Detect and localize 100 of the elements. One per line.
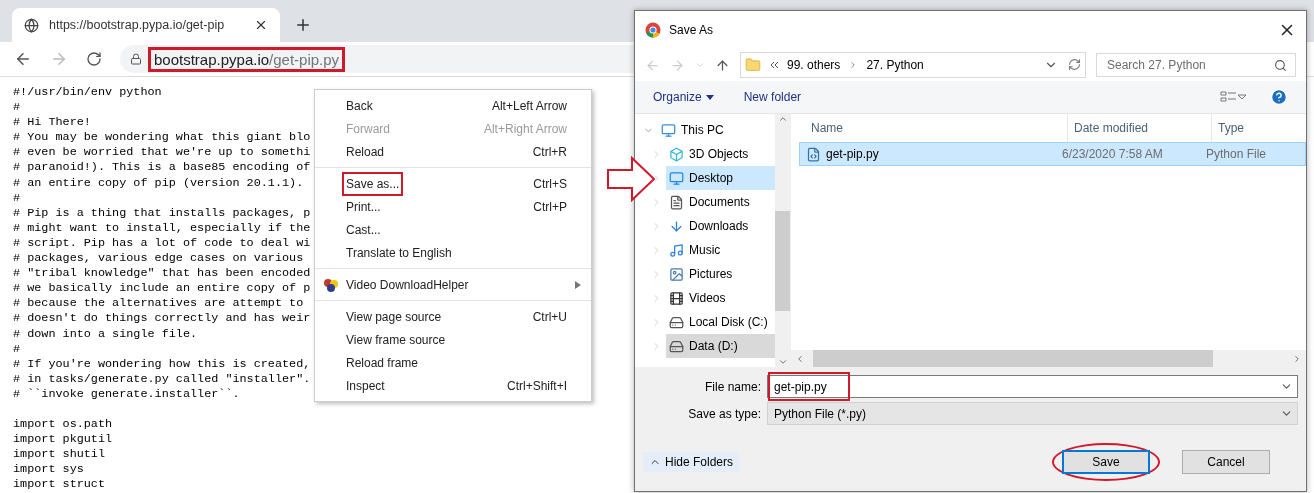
reload-icon[interactable] — [86, 51, 102, 67]
file-name: get-pip.py — [826, 147, 879, 161]
code-line: # script. Pip has a lot of code to deal wi — [13, 235, 311, 252]
refresh-icon[interactable] — [1068, 58, 1081, 71]
up-icon[interactable] — [715, 57, 730, 73]
code-line: # doesn't do things correctly and has weir — [13, 311, 311, 327]
code-line: # down into a single file. — [13, 326, 198, 342]
field-label: Save as type: — [687, 406, 761, 421]
python-file-icon — [806, 146, 821, 162]
code-line: # packages, various edge cases on various — [13, 251, 304, 267]
code-line: # — [13, 190, 21, 206]
scroll-up-icon[interactable] — [777, 114, 788, 124]
file-row[interactable]: get-pip.py 6/23/2020 7:58 AM Python File — [799, 142, 1306, 166]
folder-tree-item[interactable]: Pictures — [666, 262, 775, 286]
close-icon[interactable] — [254, 18, 268, 32]
code-line: # an entire copy of pip (version 20.1.1). — [13, 175, 304, 191]
music-icon — [669, 242, 684, 258]
folder-tree-item[interactable]: Videos — [666, 286, 775, 310]
colored-balls-icon — [323, 277, 339, 292]
code-line: # Pip is a thing that installs packages, p — [13, 205, 311, 221]
code-line: # If you're wondering how this is created, — [13, 356, 311, 372]
code-line: import struct — [13, 477, 106, 493]
monitor-icon — [661, 122, 676, 138]
document-icon — [669, 194, 684, 210]
file-type-select[interactable]: Python File (*.py) — [767, 402, 1298, 425]
browser-logo-icon — [645, 22, 661, 38]
scrollbar[interactable] — [791, 350, 1306, 367]
field-label: File name: — [703, 379, 761, 394]
code-line: # "tribal knowledge" that has been encoded — [13, 266, 311, 282]
path-segment[interactable]: 99. others — [787, 58, 841, 72]
dialog-button[interactable]: Save — [1062, 450, 1150, 474]
file-date: 6/23/2020 7:58 AM — [1061, 147, 1164, 161]
folder-tree-item[interactable]: Data (D:) — [666, 334, 775, 358]
lock-icon — [130, 53, 142, 65]
folder-tree-item[interactable]: Music — [666, 238, 775, 262]
menu-item[interactable]: Save as... Ctrl+S — [315, 172, 591, 195]
download-icon — [669, 218, 684, 234]
file-name-box[interactable]: get-pip.py — [767, 375, 1298, 398]
menu-item[interactable]: Translate to English — [315, 241, 591, 264]
code-line: # we basically include an entire copy of p — [13, 281, 311, 297]
double-chevron-icon — [769, 61, 779, 69]
folder-tree-item[interactable]: 3D Objects — [666, 142, 775, 166]
search-icon — [1274, 58, 1287, 72]
scroll-left-icon[interactable] — [795, 353, 805, 364]
url-text: bootstrap.pypa.io/get-pip.py — [148, 46, 346, 72]
menu-item[interactable]: View frame source — [315, 328, 591, 351]
code-line: # Hi There! — [13, 115, 91, 131]
menu-item[interactable]: Cast... — [315, 218, 591, 241]
cube-icon — [669, 146, 684, 162]
desktop-icon — [669, 170, 684, 186]
submenu-arrow-icon — [575, 280, 581, 289]
toolbar-button[interactable]: New folder — [743, 90, 802, 104]
scroll-down-icon[interactable] — [777, 357, 788, 367]
code-line: import pkgutil — [13, 432, 113, 448]
film-icon — [669, 290, 684, 306]
code-line: # — [13, 100, 21, 116]
menu-item[interactable]: Video DownloadHelper — [315, 273, 591, 296]
code-line: # even be worried that we're up to somethi — [13, 145, 311, 161]
back-icon[interactable] — [14, 50, 32, 68]
help-icon[interactable] — [1270, 88, 1288, 106]
caret-icon — [705, 94, 714, 100]
path-bar[interactable]: 99. others 27. Python — [740, 52, 1086, 78]
menu-item[interactable]: View page source Ctrl+U — [315, 305, 591, 328]
folder-icon — [745, 57, 761, 73]
search-box[interactable]: Search 27. Python — [1096, 53, 1296, 77]
new-tab-icon[interactable] — [294, 16, 312, 34]
forward-icon[interactable] — [670, 57, 685, 73]
menu-item[interactable]: Print... Ctrl+P — [315, 195, 591, 218]
menu-item[interactable]: Reload frame — [315, 351, 591, 374]
code-line: # — [13, 341, 21, 357]
scrollbar[interactable] — [775, 114, 790, 367]
folder-tree-item[interactable]: Desktop — [666, 166, 775, 190]
menu-item[interactable]: Back Alt+Left Arrow — [315, 94, 591, 117]
browser-tab[interactable]: https://bootstrap.pypa.io/get-pip — [12, 8, 280, 42]
forward-icon[interactable] — [50, 50, 68, 68]
hide-folders-button[interactable]: Hide Folders — [643, 452, 740, 472]
picture-icon — [669, 266, 684, 282]
dialog-button[interactable]: Cancel — [1182, 450, 1270, 474]
code-line: #!/usr/bin/env python — [13, 85, 162, 101]
code-line: import sys — [13, 462, 84, 478]
code-line: # because the alternatives are attempt to — [13, 296, 304, 312]
folder-tree-item[interactable]: Local Disk (C:) — [666, 310, 775, 334]
toolbar-button[interactable]: Organize — [653, 90, 714, 104]
code-line: # in tasks/generate.py called "installer". — [13, 371, 311, 387]
code-line: import shutil — [13, 447, 106, 463]
code-line: import os.path — [13, 416, 113, 433]
drive-icon — [669, 338, 684, 354]
menu-item[interactable]: Reload Ctrl+R — [315, 140, 591, 163]
folder-tree-item[interactable]: This PC — [658, 118, 775, 142]
dialog-title: Save As — [669, 23, 715, 37]
code-line: # ``invoke generate.installer``. — [13, 386, 240, 402]
code-line: # paranoid!). This is a base85 encoding of — [13, 160, 311, 176]
path-segment[interactable]: 27. Python — [866, 58, 924, 72]
code-line: # might want to install, especially if the — [13, 220, 311, 236]
scroll-right-icon[interactable] — [1292, 353, 1302, 364]
folder-tree-item[interactable]: Documents — [666, 190, 775, 214]
column-header[interactable]: Name — [805, 114, 1067, 142]
menu-item[interactable]: Inspect Ctrl+Shift+I — [315, 374, 591, 397]
folder-tree-item[interactable]: Downloads — [666, 214, 775, 238]
file-name-field[interactable]: get-pip.py — [768, 377, 1280, 396]
